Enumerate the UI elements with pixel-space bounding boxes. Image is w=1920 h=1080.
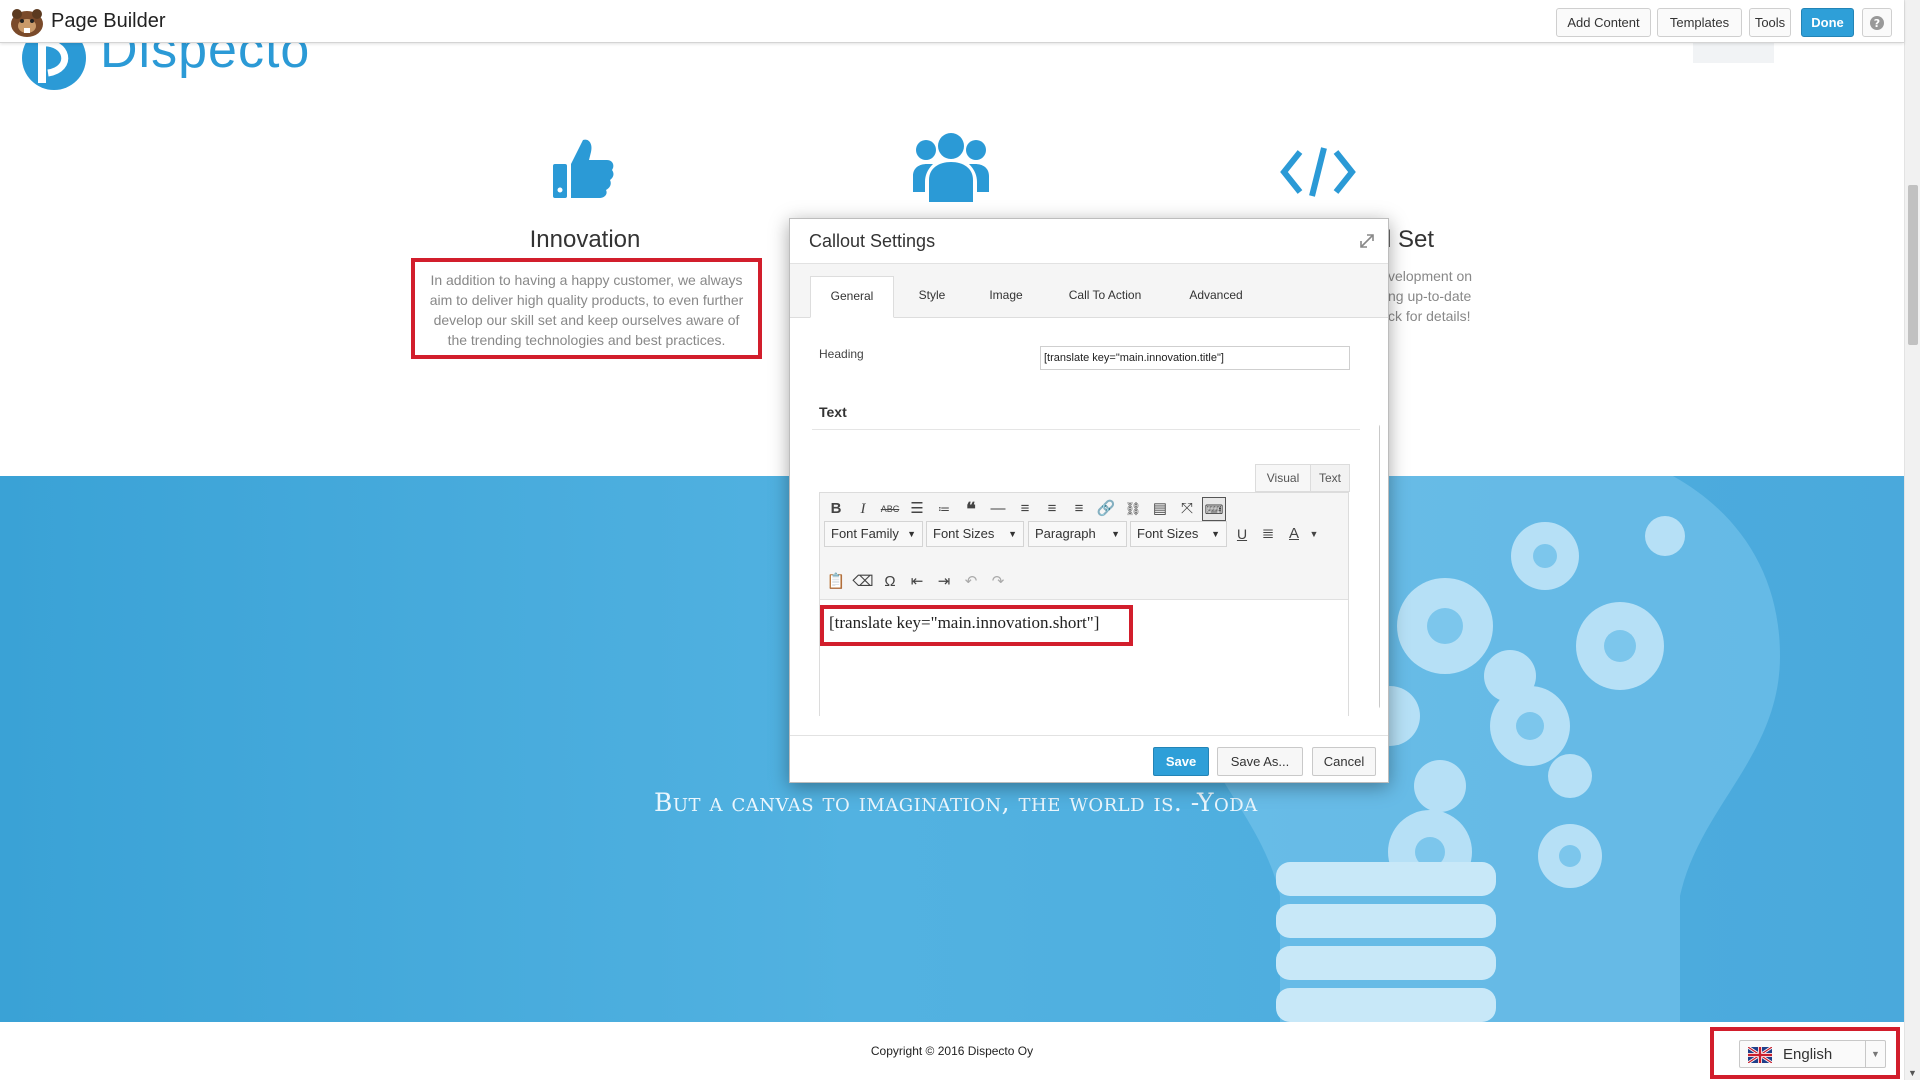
feature-text-line: ck for details! (1388, 308, 1471, 324)
cancel-button[interactable]: Cancel (1312, 747, 1376, 776)
caret-down-icon: ▼ (1111, 529, 1120, 539)
editor-tab-visual[interactable]: Visual (1255, 464, 1311, 492)
editor-toolbar: B I ABC ☰ ≔ ❝ — ≡ ≡ ≡ 🔗 ⛓ ▤ ⤧ ⌨ Font Fam… (820, 493, 1348, 600)
caret-down-icon: ▼ (1211, 529, 1220, 539)
page-scrollbar[interactable]: ▼ (1904, 0, 1920, 1080)
page-builder-toolbar: Page Builder Add Content Templates Tools… (0, 0, 1904, 43)
tab-image[interactable]: Image (970, 276, 1042, 318)
read-more-icon[interactable]: ▤ (1148, 497, 1172, 521)
unlink-icon[interactable]: ⛓ (1121, 497, 1145, 521)
strikethrough-icon[interactable]: ABC (878, 497, 902, 521)
bold-icon[interactable]: B (824, 497, 848, 521)
chevron-down-icon[interactable]: ▼ (1865, 1041, 1885, 1067)
yoda-quote: But a canvas to imagination, the world i… (654, 788, 1258, 817)
scroll-down-arrow-icon[interactable]: ▼ (1908, 1068, 1917, 1078)
language-select[interactable]: English ▼ (1739, 1040, 1886, 1068)
dialog-title: Callout Settings (809, 231, 936, 251)
expand-icon[interactable] (1358, 232, 1376, 250)
justify-icon[interactable]: ≣ (1256, 522, 1280, 546)
dropdown-label: Font Sizes (933, 526, 995, 541)
question-icon: ? (1870, 16, 1884, 30)
tools-button[interactable]: Tools (1749, 8, 1791, 37)
tab-style[interactable]: Style (897, 276, 967, 318)
align-center-icon[interactable]: ≡ (1040, 497, 1064, 521)
dialog-footer: Save Save As... Cancel (790, 735, 1388, 783)
templates-button[interactable]: Templates (1657, 8, 1742, 37)
dropdown-label: Font Sizes (1137, 526, 1199, 541)
italic-icon[interactable]: I (851, 497, 875, 521)
bullet-list-icon[interactable]: ☰ (905, 497, 929, 521)
feature-text-line: ng up-to-date (1388, 288, 1472, 304)
indent-icon[interactable]: ⇥ (932, 570, 956, 594)
svg-text:?: ? (1874, 17, 1880, 30)
page: But a canvas to imagination, the world i… (0, 0, 1920, 1080)
save-as-button[interactable]: Save As... (1217, 747, 1303, 776)
tab-call-to-action[interactable]: Call To Action (1045, 276, 1165, 318)
users-icon (913, 133, 989, 202)
section-divider (812, 429, 1360, 430)
caret-down-icon: ▼ (907, 529, 916, 539)
feature-text-line: velopment on (1388, 268, 1473, 284)
caret-down-icon: ▼ (1008, 529, 1017, 539)
dialog-scrollbar[interactable] (1379, 424, 1380, 709)
tab-general[interactable]: General (810, 276, 894, 318)
editor-tab-text[interactable]: Text (1310, 464, 1350, 492)
copyright-text: Copyright © 2016 Dispecto Oy (870, 1044, 1034, 1058)
help-button[interactable]: ? (1862, 8, 1892, 37)
code-icon (1280, 147, 1356, 197)
done-button[interactable]: Done (1801, 8, 1854, 37)
paragraph-dropdown[interactable]: Paragraph ▼ (1028, 521, 1127, 547)
save-button[interactable]: Save (1153, 747, 1209, 776)
heading-input[interactable] (1040, 346, 1350, 370)
toolbar-toggle-icon[interactable]: ⌨ (1202, 497, 1226, 521)
horizontal-rule-icon[interactable]: — (986, 497, 1010, 521)
outdent-icon[interactable]: ⇤ (905, 570, 929, 594)
feature-title-skillset: l Set (1386, 226, 1435, 253)
font-sizes-dropdown[interactable]: Font Sizes ▼ (926, 521, 1024, 547)
link-icon[interactable]: 🔗 (1094, 497, 1118, 521)
fullscreen-icon[interactable]: ⤧ (1175, 497, 1199, 521)
clear-formatting-icon[interactable]: ⌫ (851, 570, 875, 594)
dropdown-label: Paragraph (1035, 526, 1096, 541)
feature-title-innovation: Innovation (529, 226, 641, 253)
redo-icon[interactable]: ↷ (986, 570, 1010, 594)
underline-icon[interactable]: U (1230, 522, 1254, 546)
page-builder-title: Page Builder (51, 10, 166, 32)
scrollbar-thumb[interactable] (1908, 185, 1918, 345)
text-color-caret-icon[interactable]: ▼ (1302, 522, 1326, 546)
blockquote-icon[interactable]: ❝ (959, 497, 983, 521)
editor-content-area[interactable]: [translate key="main.innovation.short"] (820, 601, 1348, 716)
thumbs-up-icon (553, 139, 614, 198)
align-left-icon[interactable]: ≡ (1013, 497, 1037, 521)
font-family-dropdown[interactable]: Font Family ▼ (824, 521, 923, 547)
paste-as-text-icon[interactable]: 📋 (824, 570, 848, 594)
heading-label: Heading (819, 347, 864, 361)
font-sizes-dropdown-2[interactable]: Font Sizes ▼ (1130, 521, 1227, 547)
feature-text-skillset: velopment on ng up-to-date ck for detail… (1388, 266, 1498, 326)
align-right-icon[interactable]: ≡ (1067, 497, 1091, 521)
dialog-tabs: General Style Image Call To Action Advan… (790, 264, 1388, 318)
dialog-body: Heading Text Visual Text B I ABC ☰ ≔ ❝ —… (790, 319, 1380, 716)
language-label: English (1783, 1046, 1833, 1063)
rich-text-editor: B I ABC ☰ ≔ ❝ — ≡ ≡ ≡ 🔗 ⛓ ▤ ⤧ ⌨ Font Fam… (819, 492, 1349, 716)
special-character-icon[interactable]: Ω (878, 570, 902, 594)
dialog-header[interactable]: Callout Settings (790, 219, 1388, 264)
undo-icon[interactable]: ↶ (959, 570, 983, 594)
feature-text-innovation: In addition to having a happy customer, … (429, 272, 744, 348)
highlight-outline-innovation: In addition to having a happy customer, … (411, 258, 762, 359)
numbered-list-icon[interactable]: ≔ (932, 497, 956, 521)
text-section-title: Text (819, 404, 847, 420)
dropdown-label: Font Family (831, 526, 899, 541)
beaver-builder-logo-icon (11, 9, 43, 37)
nav-placeholder (1693, 43, 1774, 63)
tab-advanced[interactable]: Advanced (1168, 276, 1264, 318)
uk-flag-icon (1748, 1047, 1772, 1063)
editor-paragraph[interactable]: [translate key="main.innovation.short"] (829, 613, 1099, 633)
callout-settings-dialog: Callout Settings General Style Image Cal… (789, 218, 1389, 783)
add-content-button[interactable]: Add Content (1556, 8, 1651, 37)
